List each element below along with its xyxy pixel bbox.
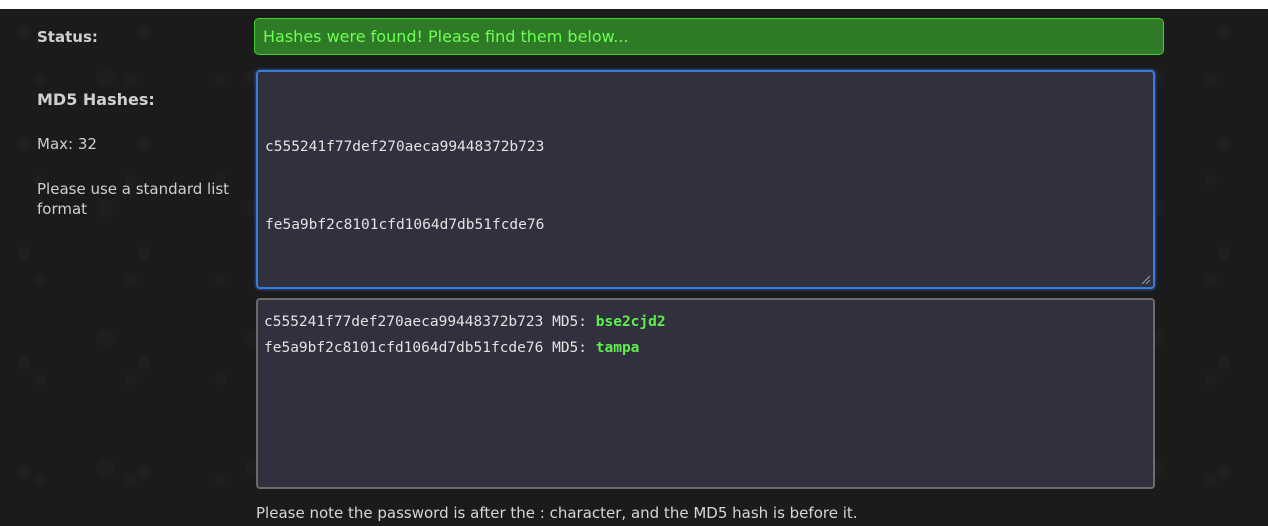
format-note: Please use a standard list format [37, 180, 230, 218]
result-hash: c555241f77def270aeca99448372b723 [264, 314, 544, 330]
status-label: Status: [37, 28, 98, 46]
max-limit-label: Max: 32 [37, 135, 97, 153]
result-password: tampa [595, 340, 640, 356]
input-hash-line: fe5a9bf2c8101cfd1064d7db51fcde76 [265, 217, 545, 233]
top-edge-strip [0, 0, 1268, 9]
resize-grip-icon[interactable] [1140, 274, 1150, 284]
result-row: fe5a9bf2c8101cfd1064d7db51fcde76 MD5: ta… [264, 335, 1147, 361]
result-password: bse2cjd2 [595, 314, 666, 330]
results-output: c555241f77def270aeca99448372b723 MD5: bs… [256, 298, 1155, 489]
input-hash-line: c555241f77def270aeca99448372b723 [265, 139, 545, 155]
md5-hashes-label: MD5 Hashes: [37, 90, 155, 109]
md5-hashes-textarea[interactable]: c555241f77def270aeca99448372b723 fe5a9bf… [256, 70, 1155, 289]
result-hash: fe5a9bf2c8101cfd1064d7db51fcde76 [264, 340, 544, 356]
status-message-box: Hashes were found! Please find them belo… [254, 18, 1164, 55]
result-type: MD5: [552, 340, 588, 356]
result-type: MD5: [552, 314, 588, 330]
status-message: Hashes were found! Please find them belo… [263, 27, 629, 46]
result-row: c555241f77def270aeca99448372b723 MD5: bs… [264, 309, 1147, 335]
footer-note: Please note the password is after the : … [256, 504, 858, 522]
